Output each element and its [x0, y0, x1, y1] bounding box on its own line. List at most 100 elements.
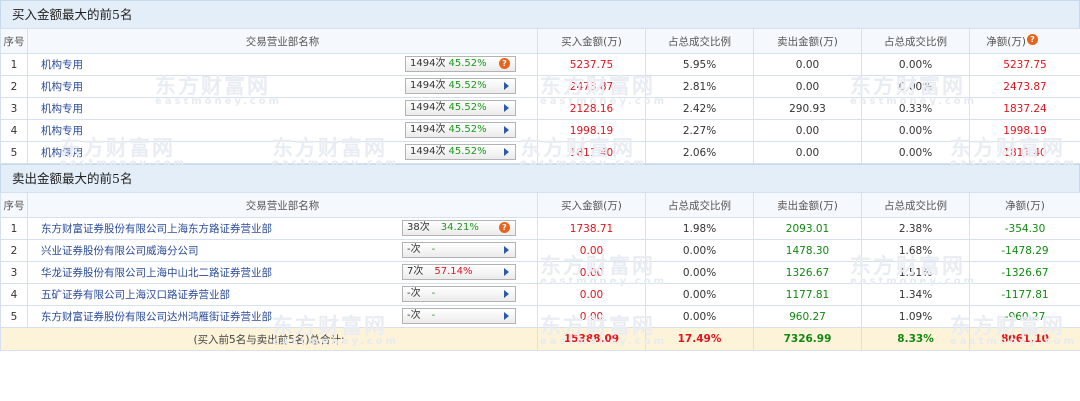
- net-amount: -1177.81: [969, 283, 1080, 306]
- broker-link[interactable]: 华龙证券股份有限公司上海中山北二路证券营业部: [29, 267, 272, 279]
- net-amount: -1326.67: [969, 261, 1080, 284]
- broker-stats-dropdown[interactable]: 1494次 45.52%: [405, 122, 516, 138]
- row-name-cell: 机构专用 1494次 45.52%?: [27, 53, 538, 76]
- row-index: 5: [0, 305, 28, 328]
- buy-amount: 0.00: [537, 305, 646, 328]
- sell-ratio: 0.00%: [861, 141, 970, 164]
- broker-link[interactable]: 机构专用: [29, 81, 83, 93]
- appearance-count: -次: [407, 288, 421, 299]
- row-index: 2: [0, 75, 28, 98]
- table-row: 1 机构专用 1494次 45.52%? 5237.75 5.95% 0.00 0.00% 52…: [0, 53, 1080, 76]
- success-rate: 45.52%: [448, 80, 487, 91]
- sell-ratio: 1.09%: [861, 305, 970, 328]
- broker-link[interactable]: 机构专用: [29, 103, 83, 115]
- broker-link[interactable]: 兴业证券股份有限公司威海分公司: [29, 245, 199, 257]
- broker-stats-dropdown[interactable]: -次 -: [402, 242, 516, 258]
- buy-ratio: 0.00%: [645, 283, 754, 306]
- expand-arrow-icon[interactable]: [504, 312, 509, 320]
- expand-arrow-icon[interactable]: [504, 268, 509, 276]
- table-row: 5 东方财富证券股份有限公司达州鸿雁街证券营业部 -次 - 0.00 0.00% 960.2…: [0, 305, 1080, 328]
- sell-amount: 0.00: [753, 75, 862, 98]
- col-header-idx: 序号: [0, 192, 28, 218]
- broker-stats-dropdown[interactable]: -次 -: [402, 286, 516, 302]
- col-header-net: 净额(万): [969, 192, 1080, 218]
- sell-amount: 960.27: [753, 305, 862, 328]
- sell-amount: 1177.81: [753, 283, 862, 306]
- sell-amount: 0.00: [753, 119, 862, 142]
- broker-stats-dropdown[interactable]: -次 -: [402, 308, 516, 324]
- buy-ratio: 2.27%: [645, 119, 754, 142]
- sell-amount: 1326.67: [753, 261, 862, 284]
- col-header-idx: 序号: [0, 28, 28, 54]
- total-buy-ratio: 17.49%: [645, 327, 754, 351]
- broker-link[interactable]: 东方财富证券股份有限公司上海东方路证券营业部: [29, 223, 272, 235]
- broker-link[interactable]: 五矿证券有限公司上海汉口路证券营业部: [29, 289, 230, 301]
- broker-stats-dropdown[interactable]: 38次 34.21%?: [402, 220, 516, 236]
- table-row: 2 机构专用 1494次 45.52% 2473.87 2.81% 0.00 0.00% 247…: [0, 75, 1080, 98]
- buy-amount: 0.00: [537, 283, 646, 306]
- net-amount: 1998.19: [969, 119, 1080, 142]
- success-rate: 45.52%: [448, 146, 487, 157]
- broker-stats-dropdown[interactable]: 7次 57.14%: [402, 264, 516, 280]
- row-index: 1: [0, 217, 28, 240]
- expand-arrow-icon[interactable]: [504, 82, 509, 90]
- success-rate: 34.21%: [440, 222, 479, 233]
- total-label: (买入前5名与卖出前5名)总合计:: [0, 327, 538, 351]
- col-header-buy: 买入金额(万): [537, 28, 646, 54]
- expand-arrow-icon[interactable]: [504, 246, 509, 254]
- row-index: 4: [0, 283, 28, 306]
- broker-link[interactable]: 机构专用: [29, 125, 83, 137]
- sell-ratio: 0.00%: [861, 75, 970, 98]
- broker-stats-dropdown[interactable]: 1494次 45.52%?: [405, 56, 516, 72]
- row-index: 4: [0, 119, 28, 142]
- success-rate: -: [431, 288, 436, 299]
- broker-stats-dropdown[interactable]: 1494次 45.52%: [405, 100, 516, 116]
- expand-arrow-icon[interactable]: [504, 126, 509, 134]
- success-rate: -: [431, 244, 436, 255]
- sell-table-header: 序号 交易营业部名称 买入金额(万) 占总成交比例 卖出金额(万) 占总成交比例…: [0, 192, 1080, 218]
- success-rate: 45.52%: [448, 124, 487, 135]
- broker-link[interactable]: 东方财富证券股份有限公司达州鸿雁街证券营业部: [29, 311, 272, 323]
- sell-ratio: 0.00%: [861, 53, 970, 76]
- appearance-count: 1494次: [410, 146, 446, 157]
- row-name-cell: 华龙证券股份有限公司上海中山北二路证券营业部 7次 57.14%: [27, 261, 538, 284]
- col-header-buy-ratio: 占总成交比例: [645, 28, 754, 54]
- table-row: 3 机构专用 1494次 45.52% 2128.16 2.42% 290.93 0.33% 1…: [0, 97, 1080, 120]
- success-rate: 57.14%: [434, 266, 473, 277]
- col-header-net: 净额(万)?: [969, 28, 1080, 54]
- help-icon[interactable]: ?: [1027, 33, 1038, 45]
- success-rate: 45.52%: [448, 102, 487, 113]
- row-name-cell: 东方财富证券股份有限公司达州鸿雁街证券营业部 -次 -: [27, 305, 538, 328]
- col-header-sell-ratio: 占总成交比例: [861, 28, 970, 54]
- broker-link[interactable]: 机构专用: [29, 147, 83, 159]
- sell-ratio: 1.34%: [861, 283, 970, 306]
- buy-ratio: 0.00%: [645, 305, 754, 328]
- buy-ratio: 2.42%: [645, 97, 754, 120]
- buy-section-title: 买入金额最大的前5名: [0, 0, 1080, 28]
- row-name-cell: 机构专用 1494次 45.52%: [27, 119, 538, 142]
- buy-table-header: 序号 交易营业部名称 买入金额(万) 占总成交比例 卖出金额(万) 占总成交比例…: [0, 28, 1080, 54]
- net-amount: 2473.87: [969, 75, 1080, 98]
- net-amount: 5237.75: [969, 53, 1080, 76]
- expand-arrow-icon[interactable]: [504, 104, 509, 112]
- broker-stats-dropdown[interactable]: 1494次 45.52%: [405, 78, 516, 94]
- buy-amount: 1998.19: [537, 119, 646, 142]
- buy-ratio: 2.81%: [645, 75, 754, 98]
- alert-icon[interactable]: ?: [499, 58, 510, 69]
- appearance-count: 1494次: [410, 58, 446, 69]
- total-buy: 15388.09: [537, 327, 646, 351]
- sell-ratio: 2.38%: [861, 217, 970, 240]
- success-rate: 45.52%: [448, 58, 487, 69]
- buy-amount: 0.00: [537, 239, 646, 262]
- expand-arrow-icon[interactable]: [504, 290, 509, 298]
- expand-arrow-icon[interactable]: [504, 148, 509, 156]
- success-rate: -: [431, 310, 436, 321]
- row-index: 1: [0, 53, 28, 76]
- sell-ratio: 1.51%: [861, 261, 970, 284]
- buy-ratio: 5.95%: [645, 53, 754, 76]
- buy-ratio: 0.00%: [645, 239, 754, 262]
- alert-icon[interactable]: ?: [499, 222, 510, 233]
- broker-link[interactable]: 机构专用: [29, 59, 83, 71]
- buy-table: 序号 交易营业部名称 买入金额(万) 占总成交比例 卖出金额(万) 占总成交比例…: [0, 28, 1080, 164]
- broker-stats-dropdown[interactable]: 1494次 45.52%: [405, 144, 516, 160]
